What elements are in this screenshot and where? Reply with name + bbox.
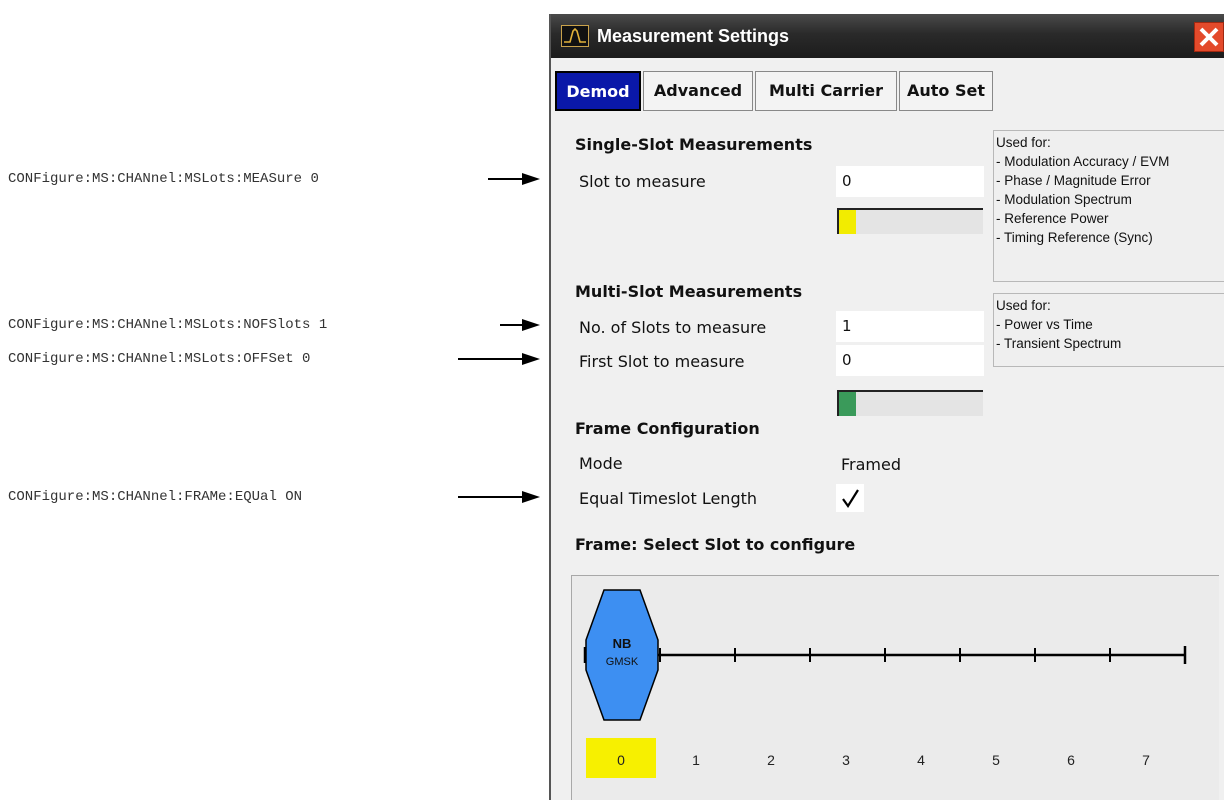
scpi-annotation-equal: CONFigure:MS:CHANnel:FRAMe:EQUal ON xyxy=(8,487,548,507)
measurement-settings-dialog: Measurement Settings Demod Advanced Mult… xyxy=(549,14,1224,800)
slot-7[interactable]: 7 xyxy=(1111,738,1181,778)
used-for-title: Used for: xyxy=(996,298,1051,313)
arrow-head-icon xyxy=(522,173,540,185)
first-slot-field[interactable] xyxy=(836,345,984,376)
num-slots-field[interactable] xyxy=(836,311,984,342)
slot-to-measure-label: Slot to measure xyxy=(579,172,706,191)
arrow-head-icon xyxy=(522,353,540,365)
tab-demod[interactable]: Demod xyxy=(555,71,641,111)
used-for-item: - Power vs Time xyxy=(996,317,1093,332)
spectrum-icon xyxy=(561,25,589,47)
burst-modulation-label: GMSK xyxy=(606,656,639,668)
frame-select-heading: Frame: Select Slot to configure xyxy=(575,535,856,554)
frame-config-heading: Frame Configuration xyxy=(575,419,760,438)
num-slots-label: No. of Slots to measure xyxy=(579,318,767,337)
single-slot-used-for: Used for: - Modulation Accuracy / EVM - … xyxy=(993,130,1224,282)
slot-to-measure-field[interactable] xyxy=(836,166,984,197)
scpi-command: CONFigure:MS:CHANnel:MSLots:NOFSlots 1 xyxy=(8,317,328,333)
tab-auto-set[interactable]: Auto Set xyxy=(899,71,993,111)
slot-2[interactable]: 2 xyxy=(736,738,806,778)
used-for-title: Used for: xyxy=(996,135,1051,150)
tab-multi-carrier[interactable]: Multi Carrier xyxy=(755,71,897,111)
arrow-line xyxy=(458,358,528,360)
mode-label: Mode xyxy=(579,454,623,473)
multi-slot-heading: Multi-Slot Measurements xyxy=(575,282,803,301)
slot-4[interactable]: 4 xyxy=(886,738,956,778)
scpi-annotation-measure: CONFigure:MS:CHANnel:MSLots:MEASure 0 xyxy=(8,169,548,189)
title-bar[interactable]: Measurement Settings xyxy=(551,14,1224,58)
arrow-head-icon xyxy=(522,491,540,503)
slot-3[interactable]: 3 xyxy=(811,738,881,778)
single-slot-heading: Single-Slot Measurements xyxy=(575,135,813,154)
multi-slot-indicator-fill xyxy=(839,392,856,416)
used-for-item: - Modulation Accuracy / EVM xyxy=(996,154,1170,169)
checkmark-icon xyxy=(842,489,859,508)
first-slot-label: First Slot to measure xyxy=(579,352,745,371)
used-for-item: - Transient Spectrum xyxy=(996,336,1122,351)
scpi-command: CONFigure:MS:CHANnel:MSLots:MEASure 0 xyxy=(8,171,319,187)
single-slot-indicator-fill xyxy=(839,210,856,234)
scpi-annotation-nofslots: CONFigure:MS:CHANnel:MSLots:NOFSlots 1 xyxy=(8,315,548,335)
slot-6[interactable]: 6 xyxy=(1036,738,1106,778)
frame-slot-panel: NB GMSK 0 1 2 3 4 5 6 7 xyxy=(571,575,1219,800)
scpi-command: CONFigure:MS:CHANnel:MSLots:OFFSet 0 xyxy=(8,351,311,367)
scpi-annotation-offset: CONFigure:MS:CHANnel:MSLots:OFFSet 0 xyxy=(8,349,548,369)
frame-timeline: NB GMSK xyxy=(583,589,1187,721)
arrow-line xyxy=(458,496,528,498)
equal-timeslot-label: Equal Timeslot Length xyxy=(579,489,758,508)
burst-type-label: NB xyxy=(613,636,632,651)
multi-slot-indicator xyxy=(837,390,983,416)
used-for-item: - Phase / Magnitude Error xyxy=(996,173,1151,188)
dialog-title: Measurement Settings xyxy=(597,26,790,46)
used-for-item: - Timing Reference (Sync) xyxy=(996,230,1153,245)
single-slot-indicator xyxy=(837,208,983,234)
tab-advanced[interactable]: Advanced xyxy=(643,71,753,111)
equal-timeslot-checkbox[interactable] xyxy=(836,484,864,512)
slot-0[interactable]: 0 xyxy=(586,738,656,778)
multi-slot-used-for: Used for: - Power vs Time - Transient Sp… xyxy=(993,293,1224,367)
scpi-command: CONFigure:MS:CHANnel:FRAMe:EQUal ON xyxy=(8,489,303,505)
used-for-item: - Modulation Spectrum xyxy=(996,192,1132,207)
slot-1[interactable]: 1 xyxy=(661,738,731,778)
used-for-item: - Reference Power xyxy=(996,211,1109,226)
arrow-head-icon xyxy=(522,319,540,331)
burst-slot-0[interactable] xyxy=(585,589,659,721)
slot-5[interactable]: 5 xyxy=(961,738,1031,778)
close-icon xyxy=(1199,27,1219,47)
close-button[interactable] xyxy=(1194,22,1224,52)
mode-value: Framed xyxy=(841,455,902,474)
